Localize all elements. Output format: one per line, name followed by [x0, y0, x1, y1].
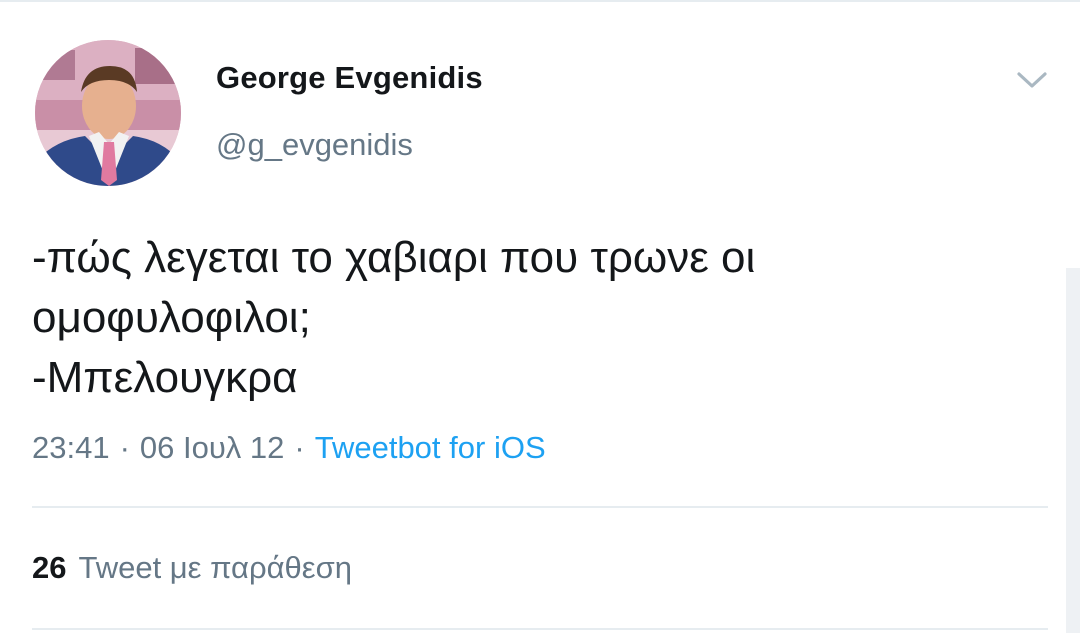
tweet-text-line: -Μπελουγκρα	[32, 353, 298, 402]
author-display-name[interactable]: George Evgenidis	[216, 60, 483, 96]
avatar[interactable]	[35, 40, 181, 186]
meta-separator: ·	[119, 430, 130, 465]
chevron-down-icon	[1017, 72, 1047, 88]
tweet-meta: 23:41 · 06 Ιουλ 12 · Tweetbot for iOS	[32, 430, 546, 466]
tweet-date[interactable]: 06 Ιουλ 12	[140, 430, 285, 465]
meta-separator: ·	[294, 430, 305, 465]
tweet-text-line: -πώς λεγεται το χαβιαρι που τρωνε οι	[32, 233, 756, 282]
quote-label: Tweet με παράθεση	[78, 550, 352, 585]
divider	[32, 628, 1048, 630]
tweet-options-button[interactable]	[1010, 58, 1054, 102]
quote-count: 26	[32, 550, 67, 585]
scroll-edge	[1066, 268, 1080, 633]
top-divider	[0, 0, 1080, 2]
tweet-text-line: ομοφυλοφιλοι;	[32, 293, 311, 342]
quote-tweets-stat[interactable]: 26 Tweet με παράθεση	[32, 550, 352, 586]
tweet-text: -πώς λεγεται το χαβιαρι που τρωνε οι ομο…	[32, 228, 1042, 408]
tweet-source-link[interactable]: Tweetbot for iOS	[315, 430, 546, 465]
tweet-time[interactable]: 23:41	[32, 430, 110, 465]
profile-photo	[35, 40, 181, 186]
author-handle[interactable]: @g_evgenidis	[216, 127, 413, 163]
divider	[32, 506, 1048, 508]
